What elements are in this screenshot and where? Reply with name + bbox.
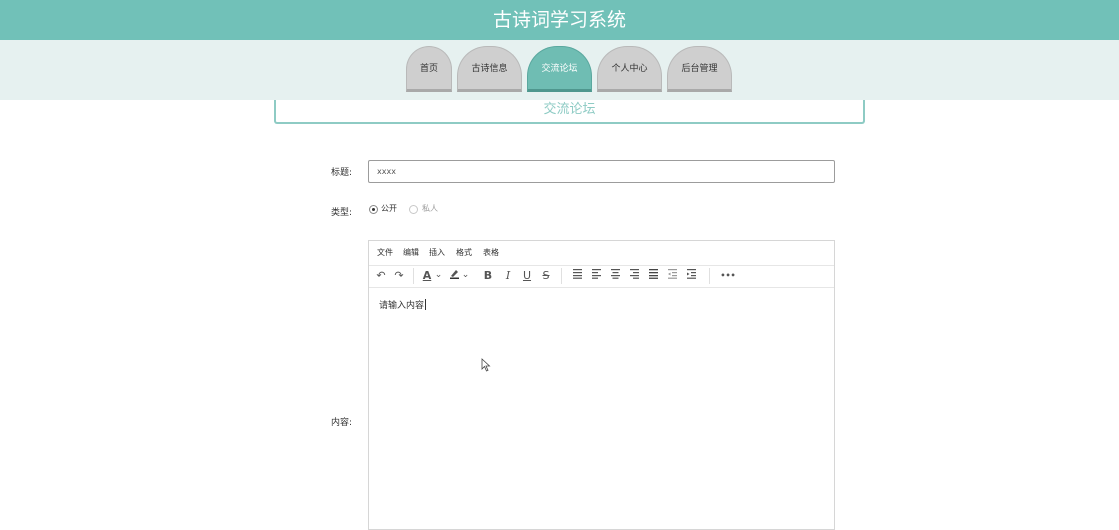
editor-menubar: 文件 编辑 插入 格式 表格 — [369, 241, 834, 266]
chevron-down-icon[interactable]: ⌄ — [434, 268, 443, 283]
align-right-icon[interactable] — [628, 268, 640, 283]
editor-content[interactable]: 请输入内容 — [369, 288, 834, 528]
panel-title: 交流论坛 — [543, 102, 596, 117]
toolbar-divider — [709, 268, 710, 284]
align-left-icon[interactable] — [590, 268, 602, 283]
title-label: 标题: — [330, 168, 352, 178]
highlight-icon[interactable] — [448, 268, 460, 283]
text-caret — [425, 299, 427, 310]
menu-format[interactable]: 格式 — [456, 247, 472, 258]
menu-table[interactable]: 表格 — [483, 247, 499, 258]
toolbar-divider — [561, 268, 562, 284]
indent-icon[interactable] — [685, 268, 697, 283]
line-height-icon[interactable] — [571, 268, 583, 283]
tab-profile[interactable]: 个人中心 — [597, 46, 662, 92]
underline-icon[interactable]: U — [522, 268, 532, 283]
outdent-icon[interactable] — [666, 268, 678, 283]
strikethrough-icon[interactable]: S — [541, 268, 551, 283]
rich-text-editor: 文件 编辑 插入 格式 表格 ↶ ↷ A ⌄ ⌄ B I U S ••• 请输入… — [368, 240, 835, 530]
editor-toolbar: ↶ ↷ A ⌄ ⌄ B I U S ••• — [369, 265, 834, 288]
type-label: 类型: — [330, 208, 352, 218]
chevron-down-icon[interactable]: ⌄ — [461, 268, 470, 283]
mouse-pointer-icon — [481, 358, 491, 372]
nav-bar: 首页 古诗信息 交流论坛 个人中心 后台管理 — [0, 40, 1119, 100]
more-icon[interactable]: ••• — [719, 268, 737, 283]
align-center-icon[interactable] — [609, 268, 621, 283]
toolbar-divider — [413, 268, 414, 284]
undo-icon[interactable]: ↶ — [375, 268, 387, 283]
editor-placeholder: 请输入内容 — [379, 299, 427, 311]
radio-private[interactable] — [409, 205, 418, 214]
app-header: 古诗词学习系统 — [0, 0, 1119, 40]
forum-panel: 交流论坛 — [274, 100, 865, 124]
title-input[interactable]: xxxx — [368, 160, 835, 183]
align-justify-icon[interactable] — [647, 268, 659, 283]
redo-icon[interactable]: ↷ — [393, 268, 405, 283]
font-color-icon[interactable]: A — [421, 268, 433, 283]
radio-private-label: 私人 — [422, 204, 438, 213]
app-title: 古诗词学习系统 — [492, 9, 626, 31]
tab-forum[interactable]: 交流论坛 — [527, 46, 592, 92]
tab-admin[interactable]: 后台管理 — [667, 46, 732, 92]
tab-home[interactable]: 首页 — [406, 46, 452, 92]
italic-icon[interactable]: I — [503, 268, 513, 283]
menu-edit[interactable]: 编辑 — [403, 247, 419, 258]
radio-public-label: 公开 — [381, 204, 397, 213]
radio-public[interactable] — [369, 205, 378, 214]
bold-icon[interactable]: B — [483, 268, 493, 283]
menu-insert[interactable]: 插入 — [429, 247, 445, 258]
tab-poems[interactable]: 古诗信息 — [457, 46, 522, 92]
menu-file[interactable]: 文件 — [377, 247, 393, 258]
content-label: 内容: — [330, 418, 352, 428]
